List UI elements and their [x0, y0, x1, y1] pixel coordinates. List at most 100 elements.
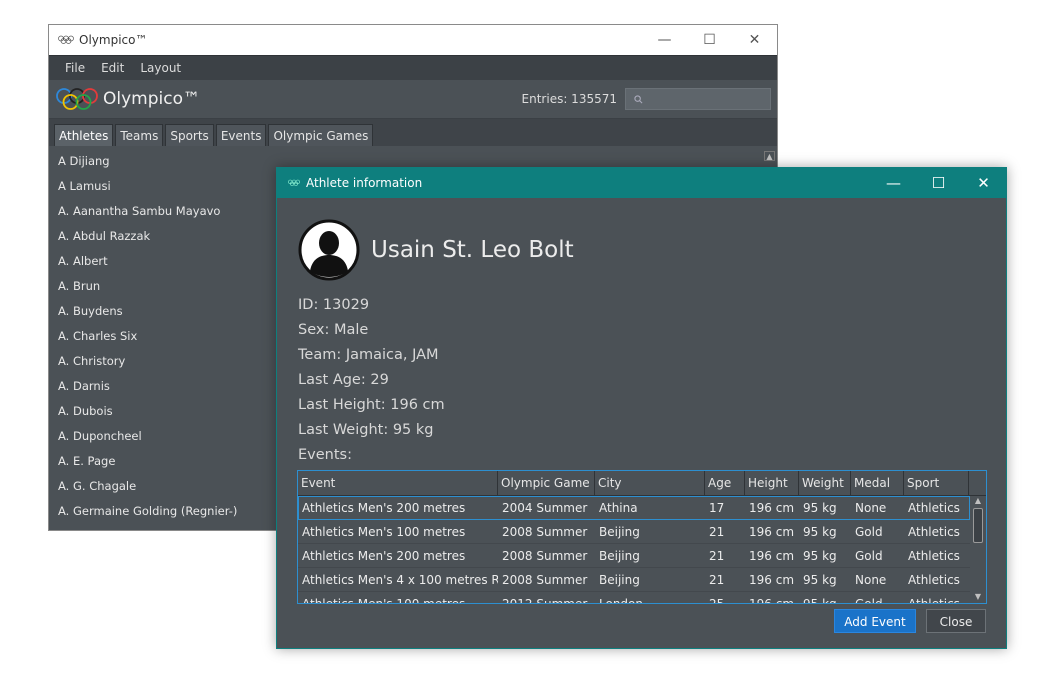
dialog-close-button[interactable]: ✕	[961, 168, 1006, 198]
main-titlebar[interactable]: Olympico™ — ☐ ✕	[49, 25, 777, 55]
cell-age: 21	[709, 525, 725, 539]
cell-olympic-game: 2004 Summer	[502, 501, 588, 515]
menu-edit[interactable]: Edit	[101, 61, 124, 75]
cell-sport: Athletics	[908, 549, 960, 563]
menu-file[interactable]: File	[65, 61, 85, 75]
scroll-up-arrow-icon[interactable]: ▲	[971, 496, 985, 506]
column-header-age[interactable]: Age	[705, 471, 745, 495]
athlete-info-dialog: Athlete information — ☐ ✕ Usain St. Leo …	[276, 167, 1007, 649]
dialog-title: Athlete information	[306, 176, 423, 190]
window-title: Olympico™	[79, 33, 148, 47]
cell-sport: Athletics	[908, 573, 960, 587]
column-header-olympic-game[interactable]: Olympic Game	[498, 471, 595, 495]
cell-event: Athletics Men's 4 x 100 metres Rel...	[302, 573, 498, 587]
dialog-titlebar[interactable]: Athlete information — ☐ ✕	[277, 168, 1006, 198]
menu-layout[interactable]: Layout	[140, 61, 181, 75]
column-header-medal[interactable]: Medal	[851, 471, 904, 495]
column-header-sport[interactable]: Sport	[904, 471, 969, 495]
cell-olympic-game: 2008 Summer	[502, 525, 588, 539]
cell-age: 17	[709, 501, 725, 515]
tab-teams[interactable]: Teams	[115, 124, 164, 146]
cell-weight: 95 kg	[803, 573, 837, 587]
scroll-up-arrow-icon[interactable]: ▲	[764, 151, 775, 161]
cell-age: 21	[709, 573, 725, 587]
cell-medal: Gold	[855, 549, 883, 563]
athlete-last-age: Last Age: 29	[298, 372, 389, 388]
cell-height: 196 cm	[749, 549, 795, 563]
maximize-button[interactable]: ☐	[687, 25, 732, 55]
table-row[interactable]: Athletics Men's 200 metres 2004 Summer A…	[298, 496, 970, 520]
cell-sport: Athletics	[908, 597, 960, 604]
column-header-weight[interactable]: Weight	[799, 471, 851, 495]
cell-age: 21	[709, 549, 725, 563]
cell-height: 196 cm	[749, 501, 795, 515]
athlete-last-weight: Last Weight: 95 kg	[298, 422, 434, 438]
column-header-event[interactable]: Event	[298, 471, 498, 495]
athlete-name: Usain St. Leo Bolt	[371, 237, 574, 263]
olympic-rings-logo	[56, 88, 98, 110]
cell-height: 196 cm	[749, 525, 795, 539]
cell-height: 196 cm	[749, 573, 795, 587]
tab-olympic-games[interactable]: Olympic Games	[268, 124, 374, 146]
cell-medal: None	[855, 573, 887, 587]
athlete-team: Team: Jamaica, JAM	[298, 347, 439, 363]
table-row[interactable]: Athletics Men's 100 metres 2012 Summer L…	[298, 592, 970, 604]
cell-event: Athletics Men's 100 metres	[302, 525, 466, 539]
cell-weight: 95 kg	[803, 501, 837, 515]
entries-count: Entries: 135571	[521, 92, 617, 106]
tab-sports[interactable]: Sports	[165, 124, 214, 146]
table-header: Event Olympic Game City Age Height Weigh…	[298, 471, 986, 496]
events-table[interactable]: Event Olympic Game City Age Height Weigh…	[297, 470, 987, 604]
cell-event: Athletics Men's 200 metres	[302, 549, 466, 563]
cell-city: Beijing	[599, 549, 640, 563]
scroll-down-arrow-icon[interactable]: ▼	[971, 592, 985, 602]
events-label: Events:	[298, 447, 352, 463]
search-input[interactable]	[625, 88, 771, 110]
cell-city: Beijing	[599, 573, 640, 587]
cell-height: 196 cm	[749, 597, 795, 604]
table-row[interactable]: Athletics Men's 4 x 100 metres Rel... 20…	[298, 568, 970, 592]
olympic-rings-icon	[288, 179, 300, 186]
cell-city: Beijing	[599, 525, 640, 539]
close-dialog-button[interactable]: Close	[926, 609, 986, 633]
cell-olympic-game: 2008 Summer	[502, 573, 588, 587]
app-title: Olympico™	[103, 89, 200, 109]
table-scrollbar[interactable]: ▲ ▼	[971, 496, 985, 602]
column-header-city[interactable]: City	[595, 471, 705, 495]
column-header-height[interactable]: Height	[745, 471, 799, 495]
cell-sport: Athletics	[908, 525, 960, 539]
tab-athletes[interactable]: Athletes	[54, 124, 114, 146]
cell-weight: 95 kg	[803, 597, 837, 604]
cell-weight: 95 kg	[803, 525, 837, 539]
olympic-rings-icon	[58, 35, 74, 44]
avatar-icon	[298, 219, 360, 281]
cell-event: Athletics Men's 200 metres	[302, 501, 466, 515]
table-row[interactable]: Athletics Men's 100 metres 2008 Summer B…	[298, 520, 970, 544]
table-body: Athletics Men's 200 metres 2004 Summer A…	[298, 496, 970, 604]
app-header: Olympico™ Entries: 135571	[49, 80, 777, 119]
minimize-button[interactable]: —	[642, 25, 687, 55]
cell-medal: Gold	[855, 525, 883, 539]
cell-olympic-game: 2012 Summer	[502, 597, 588, 604]
athlete-sex: Sex: Male	[298, 322, 369, 338]
cell-event: Athletics Men's 100 metres	[302, 597, 466, 604]
close-button[interactable]: ✕	[732, 25, 777, 55]
table-row[interactable]: Athletics Men's 200 metres 2008 Summer B…	[298, 544, 970, 568]
athlete-last-height: Last Height: 196 cm	[298, 397, 445, 413]
scroll-thumb[interactable]	[973, 508, 983, 543]
dialog-minimize-button[interactable]: —	[871, 168, 916, 198]
dialog-maximize-button[interactable]: ☐	[916, 168, 961, 198]
cell-medal: Gold	[855, 597, 883, 604]
athlete-id: ID: 13029	[298, 297, 370, 313]
tab-events[interactable]: Events	[215, 124, 267, 146]
add-event-button[interactable]: Add Event	[834, 609, 916, 633]
cell-medal: None	[855, 501, 887, 515]
cell-weight: 95 kg	[803, 549, 837, 563]
cell-city: Athina	[599, 501, 638, 515]
cell-city: London	[599, 597, 643, 604]
cell-sport: Athletics	[908, 501, 960, 515]
cell-olympic-game: 2008 Summer	[502, 549, 588, 563]
tab-bar: Athletes Teams Sports Events Olympic Gam…	[49, 119, 777, 146]
menu-bar: File Edit Layout	[49, 55, 777, 80]
cell-age: 25	[709, 597, 725, 604]
